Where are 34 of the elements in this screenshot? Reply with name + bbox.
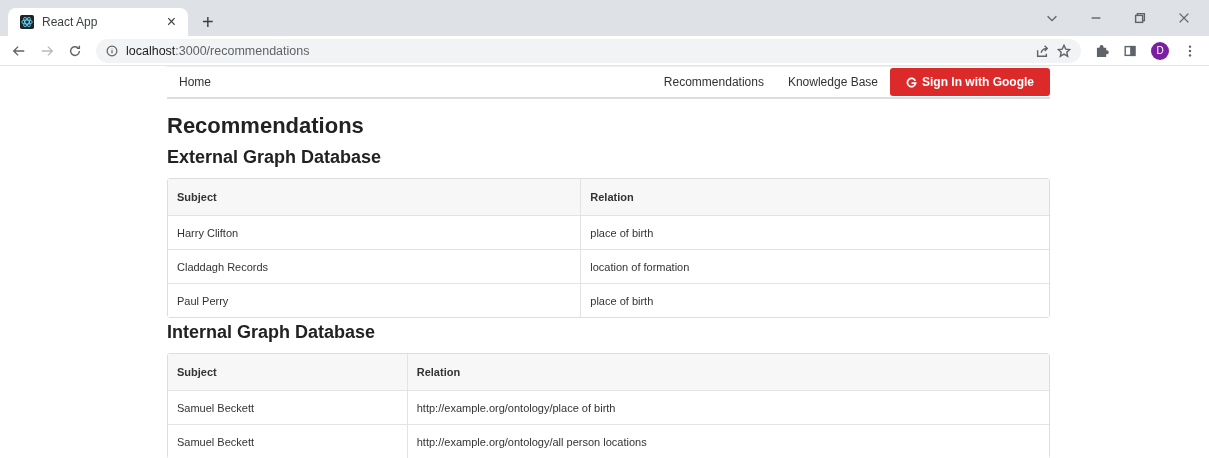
info-icon xyxy=(106,44,118,57)
home-link[interactable]: Home xyxy=(167,75,223,89)
table-cell: place of birth xyxy=(580,284,1049,317)
table-cell-text: Samuel Beckett xyxy=(176,400,256,416)
column-header: Subject xyxy=(176,365,218,380)
column-header: Subject xyxy=(176,190,218,205)
google-g-icon xyxy=(906,76,917,88)
restore-icon[interactable] xyxy=(1133,11,1147,25)
star-icon[interactable] xyxy=(1057,43,1071,58)
nav-link[interactable]: Knowledge Base xyxy=(775,75,890,89)
page-title: Recommendations xyxy=(167,113,365,139)
table-cell-text: Samuel Beckett xyxy=(176,434,256,450)
table-cell-text: Paul Perry xyxy=(176,293,230,309)
browser-tab[interactable]: React App × xyxy=(8,8,188,36)
section-heading: Internal Graph Database xyxy=(167,322,377,343)
share-icon[interactable] xyxy=(1035,43,1049,58)
sign-in-button[interactable]: Sign In with Google xyxy=(890,68,1050,96)
nav-link[interactable]: Recommendations xyxy=(651,75,776,89)
tab-close-button[interactable]: × xyxy=(166,14,176,30)
new-tab-button[interactable]: + xyxy=(202,12,214,32)
close-icon[interactable] xyxy=(1177,11,1191,25)
table-cell: http://example.org/ontology/all person locations xyxy=(406,425,1049,458)
react-logo-icon xyxy=(20,15,34,29)
reload-icon[interactable] xyxy=(68,43,82,58)
table-cell-text: Harry Clifton xyxy=(176,225,240,241)
profile-avatar[interactable]: D xyxy=(1151,41,1169,60)
table-cell-text: Claddagh Records xyxy=(176,259,270,275)
side-panel-icon[interactable] xyxy=(1123,43,1137,58)
address-bar[interactable]: localhost:3000/recommendations xyxy=(96,38,1081,63)
url-text: localhost:3000/recommendations xyxy=(126,43,310,58)
tab-title: React App xyxy=(42,15,99,29)
puzzle-icon[interactable] xyxy=(1095,43,1109,58)
section-heading: External Graph Database xyxy=(167,147,383,168)
back-arrow-icon[interactable] xyxy=(12,43,26,58)
